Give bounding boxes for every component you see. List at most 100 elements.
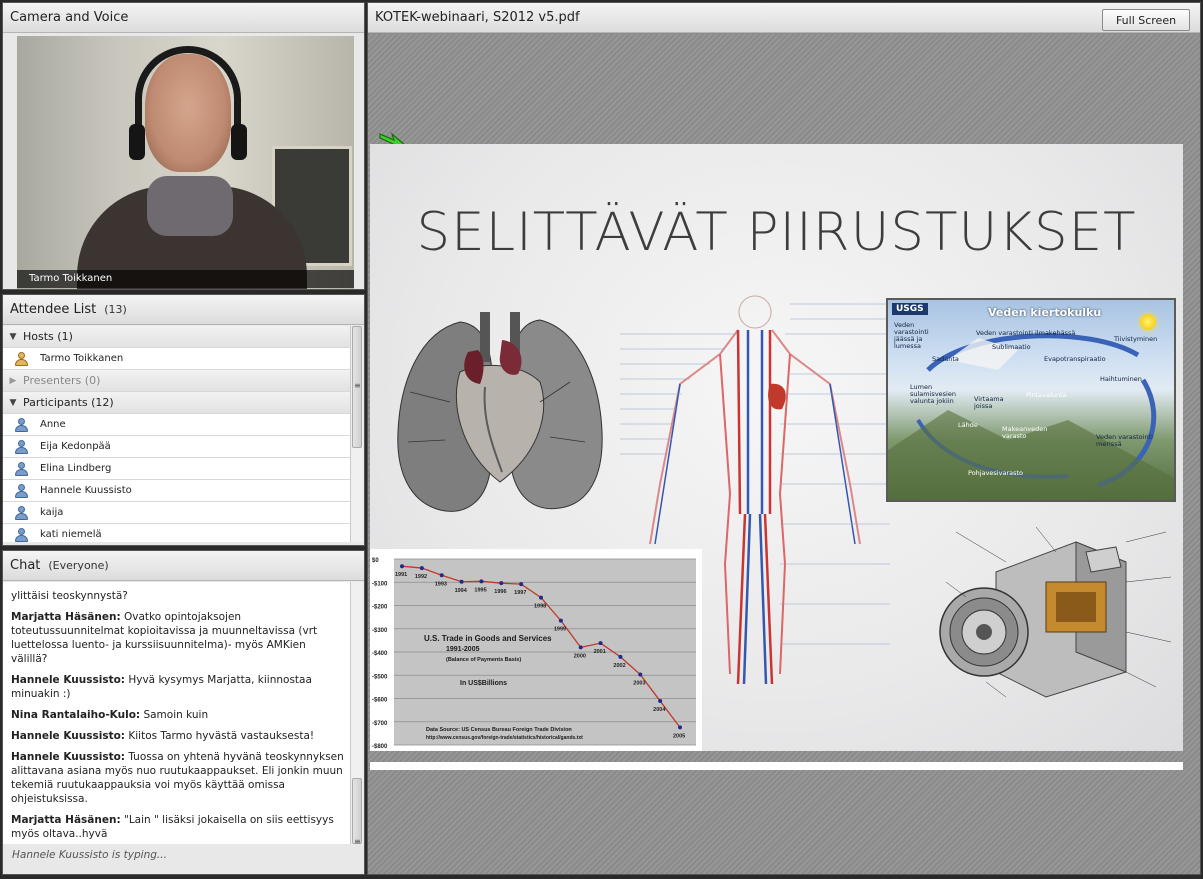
- host-user-icon: [14, 351, 28, 366]
- chart-ytick-label: -$100: [372, 581, 388, 587]
- chart-ytick-label: -$400: [372, 651, 388, 657]
- chat-message: Hannele Kuussisto: Tuossa on yhtenä hyvä…: [11, 751, 344, 805]
- chart-data-point: [658, 699, 663, 704]
- share-pod-title: KOTEK-webinaari, S2012 v5.pdf: [375, 10, 580, 25]
- chart-data-point: [618, 654, 623, 659]
- chart-point-label: 2003: [633, 681, 645, 687]
- chart-point-label: 1996: [494, 589, 506, 595]
- chart-ytick-label: -$700: [372, 721, 388, 727]
- chart-point-label: 1998: [534, 604, 546, 610]
- typing-indicator: Hannele Kuussisto is typing...: [12, 849, 167, 861]
- attendee-row[interactable]: Anne: [3, 414, 352, 436]
- attendee-pod-header: Attendee List (13): [3, 295, 364, 325]
- attendee-row[interactable]: kati niemelä: [3, 524, 352, 542]
- chart-point-label: 2000: [574, 653, 586, 659]
- chart-ytick-label: -$800: [372, 744, 388, 750]
- chart-ytick-label: -$300: [372, 628, 388, 634]
- user-icon: [14, 505, 28, 520]
- camera-voice-pod: Camera and Voice Tarmo Toikkanen: [2, 2, 365, 290]
- chart-point-label: 2001: [594, 649, 606, 655]
- chart-source-line: http://www.census.gov/foreign-trade/stat…: [426, 735, 583, 741]
- chat-pod-title: Chat: [10, 558, 41, 573]
- chart-ytick-label: -$200: [372, 605, 388, 611]
- chat-scrollbar[interactable]: ≡: [350, 582, 363, 846]
- attendee-row[interactable]: Elina Lindberg: [3, 458, 352, 480]
- attendee-pod-title: Attendee List: [10, 302, 97, 317]
- attendee-scrollbar[interactable]: ≡: [350, 326, 363, 542]
- chart-point-label: 2004: [653, 707, 666, 713]
- water-cycle-illustration: USGS Veden kiertokulku Veden varastointi…: [886, 298, 1176, 502]
- document-stage: SELITTÄVÄT PIIRUSTUKSET USGS Veden kiert…: [368, 34, 1200, 874]
- chart-point-label: 1993: [435, 581, 447, 587]
- chart-ytick-label: $0: [372, 558, 379, 564]
- chat-messages: ylittäisi teoskynnystä? Marjatta Häsänen…: [3, 582, 352, 844]
- chat-pod: Chat (Everyone) ylittäisi teoskynnystä? …: [2, 550, 365, 875]
- trade-balance-chart: $0 -$100 -$200 -$300 -$400 -$500 -$600 -$700 -$8…: [370, 549, 702, 751]
- webcam-video: [17, 36, 354, 289]
- chart-data-point: [479, 579, 484, 584]
- presenter-name-tag: Tarmo Toikkanen: [17, 270, 354, 288]
- attendee-list-pod: Attendee List (13) ▼ Hosts (1) Tarmo Toi…: [2, 294, 365, 546]
- chart-point-label: 1995: [474, 587, 486, 593]
- chart-data-point: [678, 725, 682, 730]
- chart-data-point: [598, 641, 603, 646]
- chat-scope[interactable]: (Everyone): [48, 559, 108, 572]
- chart-data-point: [519, 582, 524, 587]
- slide-title: SELITTÄVÄT PIIRUSTUKSET: [416, 202, 1137, 263]
- chart-point-label: 1997: [514, 590, 526, 596]
- alternator-illustration: [939, 526, 1172, 698]
- chart-data-point: [578, 645, 583, 650]
- chart-point-label: 1999: [554, 627, 566, 633]
- group-participants[interactable]: ▼ Participants (12): [3, 392, 352, 414]
- chart-subtitle: (Balance of Payments Basis): [446, 657, 521, 663]
- chart-point-label: 1994: [455, 588, 468, 594]
- share-pod: KOTEK-webinaari, S2012 v5.pdf Full Scree…: [367, 2, 1201, 875]
- attendee-row[interactable]: Hannele Kuussisto: [3, 480, 352, 502]
- chart-data-point: [419, 566, 424, 571]
- user-icon: [14, 527, 28, 542]
- chart-point-label: 2002: [613, 663, 625, 669]
- heart-lungs-illustration: [397, 312, 603, 512]
- chart-unit-label: In US$Billions: [460, 680, 507, 687]
- camera-pod-header: Camera and Voice: [3, 3, 364, 33]
- user-icon: [14, 439, 28, 454]
- collapse-triangle-icon[interactable]: ▼: [3, 398, 23, 408]
- user-icon: [14, 417, 28, 432]
- group-presenters[interactable]: ▶ Presenters (0): [3, 370, 352, 392]
- slide-page: SELITTÄVÄT PIIRUSTUKSET USGS Veden kiert…: [370, 144, 1183, 751]
- chart-title-line: U.S. Trade in Goods and Services: [424, 634, 552, 643]
- chart-source-line: Data Source: US Census Bureau Foreign Tr…: [426, 727, 572, 733]
- next-page-edge: [370, 762, 1183, 770]
- chat-message: Nina Rantalaiho-Kulo: Samoin kuin: [11, 709, 209, 721]
- group-hosts[interactable]: ▼ Hosts (1): [3, 326, 352, 348]
- camera-pod-title: Camera and Voice: [10, 10, 129, 25]
- chart-data-point: [638, 672, 643, 677]
- chart-title-line: 1991-2005: [446, 646, 480, 653]
- attendee-row[interactable]: kaija: [3, 502, 352, 524]
- attendee-row[interactable]: Eija Kedonpää: [3, 436, 352, 458]
- chat-message: Marjatta Häsänen: Ovatko opintojaksojen …: [11, 611, 318, 665]
- chat-scroll-thumb[interactable]: [352, 778, 362, 844]
- full-screen-button[interactable]: Full Screen: [1102, 9, 1190, 31]
- attendee-count: (13): [104, 303, 127, 316]
- chart-data-point: [439, 573, 444, 578]
- chart-point-label: 1992: [415, 574, 427, 580]
- expand-triangle-icon[interactable]: ▶: [3, 376, 23, 386]
- attendee-list: ▼ Hosts (1) Tarmo Toikkanen ▶ Presenters…: [3, 326, 352, 542]
- chart-data-point: [558, 618, 563, 623]
- user-icon: [14, 461, 28, 476]
- chart-data-point: [539, 595, 543, 600]
- chat-message: Hannele Kuussisto: Kiitos Tarmo hyvästä …: [11, 730, 315, 742]
- chat-message: Hannele Kuussisto: Hyvä kysymys Marjatta…: [11, 674, 312, 700]
- chart-data-point: [459, 579, 464, 584]
- chat-message-partial: ylittäisi teoskynnystä?: [11, 590, 128, 602]
- share-pod-header: KOTEK-webinaari, S2012 v5.pdf: [368, 3, 1200, 33]
- attendee-row[interactable]: Tarmo Toikkanen: [3, 348, 352, 370]
- collapse-triangle-icon[interactable]: ▼: [3, 332, 23, 342]
- chart-point-label: 1991: [395, 572, 407, 578]
- chart-data-point: [499, 581, 504, 586]
- chart-data-point: [400, 564, 404, 569]
- chart-point-label: 2005: [673, 733, 685, 739]
- chat-message: Marjatta Häsänen: "Lain " lisäksi jokais…: [11, 814, 334, 840]
- chart-ytick-label: -$600: [372, 698, 388, 704]
